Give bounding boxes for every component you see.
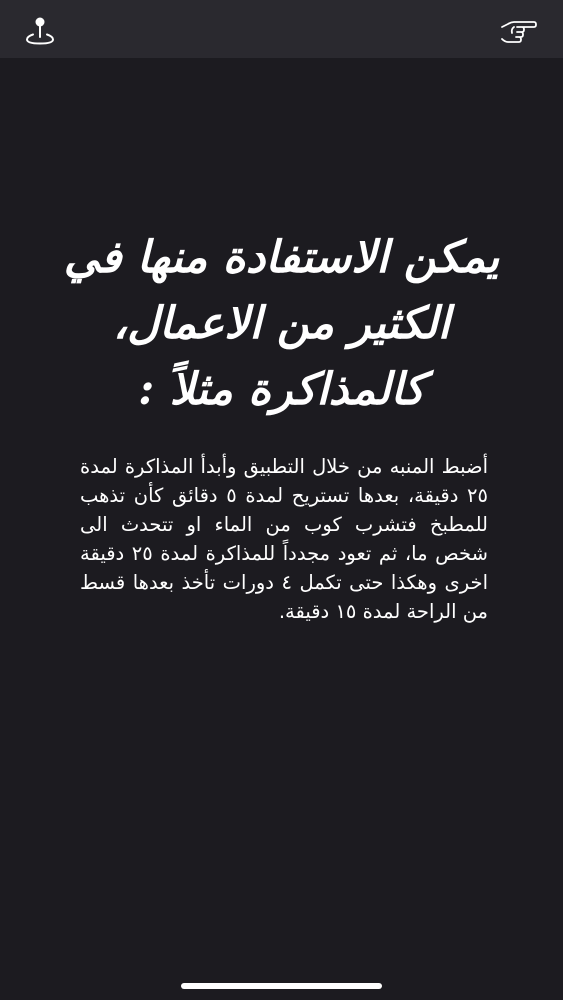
map-pin-icon xyxy=(25,17,55,45)
map-pin-button[interactable] xyxy=(20,10,60,50)
headline: يمكن الاستفادة منها في الكثير من الاعمال… xyxy=(63,232,500,415)
screen: يمكن الاستفادة منها في الكثير من الاعمال… xyxy=(0,0,563,1000)
body-text: أضبط المنبه من خلال التطبيق وأبدأ المذاك… xyxy=(80,455,488,623)
pointing-hand-icon xyxy=(501,21,537,43)
top-bar xyxy=(0,0,563,58)
home-indicator[interactable] xyxy=(181,983,382,989)
pointing-hand-button[interactable] xyxy=(498,10,538,50)
